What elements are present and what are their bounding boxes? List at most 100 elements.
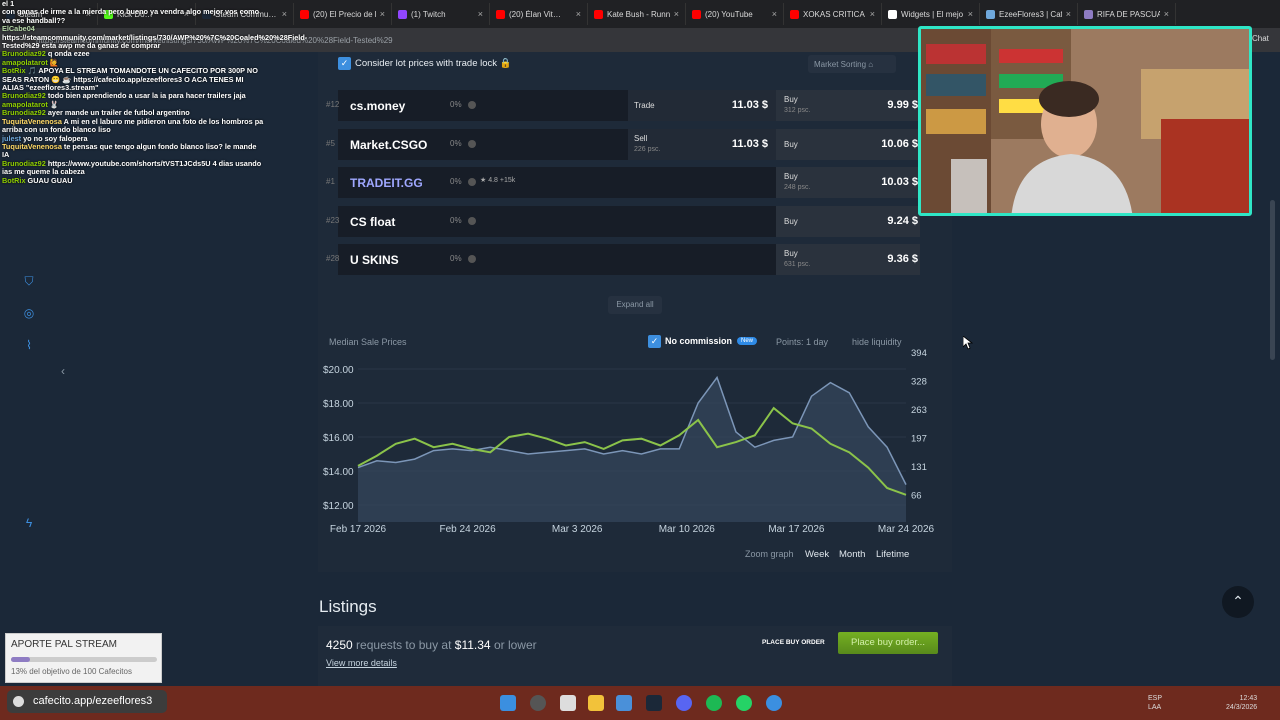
request-text: requests to buy at	[356, 638, 452, 652]
app-icon[interactable]	[766, 695, 782, 711]
tab-favicon-icon	[594, 9, 603, 19]
donation-goal-widget: APORTE PAL STREAM 13% del objetivo de 10…	[5, 633, 162, 683]
webcam-overlay	[918, 26, 1252, 216]
listings-section: Listings 4250 requests to buy at $11.34 …	[318, 572, 952, 686]
chat-text: GUAU GUAU	[27, 175, 73, 185]
tab-title: Kate Bush - Runn	[607, 9, 670, 19]
view-more-details-link[interactable]: View more details	[326, 658, 397, 668]
browser-tab[interactable]: (20) El Precio de l ×	[294, 3, 392, 25]
tab-favicon-icon	[496, 9, 505, 19]
donation-goal-title: APORTE PAL STREAM	[11, 639, 117, 650]
request-count: 4250	[326, 638, 353, 652]
chat-username: BotRix	[2, 175, 26, 185]
tab-favicon-icon	[986, 9, 995, 19]
zoom-graph-label: Zoom graph	[745, 549, 794, 559]
place-buy-order-label[interactable]: PLACE BUY ORDER	[762, 639, 825, 646]
tab-favicon-icon	[1084, 9, 1093, 19]
donation-goal-subtitle: 13% del objetivo de 100 Cafecitos	[11, 667, 132, 676]
close-tab-icon[interactable]: ×	[380, 9, 385, 19]
median-price-chart: $20.00 $18.00 $16.00 $14.00 $12.00 394 328 263 1…	[323, 348, 935, 535]
close-tab-icon[interactable]: ×	[1066, 9, 1071, 19]
zoom-week-button[interactable]: Week	[805, 549, 829, 560]
webcam-image	[921, 29, 1249, 213]
user-icon[interactable]: ◎	[22, 306, 36, 320]
x-tick-label: Mar 24 2026	[878, 524, 935, 535]
file-explorer-icon[interactable]	[588, 695, 604, 711]
chat-button[interactable]: Chat	[1252, 34, 1269, 43]
y2-tick-label: 328	[911, 377, 927, 388]
browser-tab[interactable]: EzeeFlores3 | Caf ×	[980, 3, 1078, 25]
chat-message: Brunodiaz92 https://www.youtube.com/shor…	[0, 159, 265, 177]
close-tab-icon[interactable]: ×	[772, 9, 777, 19]
chat-text: 🎵 APOYA EL STREAM TOMANDOTE UN CAFECITO …	[2, 66, 258, 93]
close-tab-icon[interactable]: ×	[478, 9, 483, 19]
cafecito-banner: cafecito.app/ezeeflores3	[7, 690, 167, 713]
y-tick-label: $18.00	[323, 399, 354, 410]
browser-tab[interactable]: Widgets | El mejo ×	[882, 3, 980, 25]
browser-icon[interactable]	[616, 695, 632, 711]
buy-requests-summary: 4250 requests to buy at $11.34 or lower	[326, 638, 537, 652]
chat-text: con ganas de irme a la mierda pero bueno…	[2, 7, 260, 25]
chat-message: BotRix 🎵 APOYA EL STREAM TOMANDOTE UN CA…	[0, 67, 265, 92]
chat-username: TuquitaVenenosa	[2, 141, 62, 151]
browser-tab[interactable]: (1) Twitch ×	[392, 3, 490, 25]
chat-text: todo bien aprendiendo a usar la ia para …	[47, 91, 246, 101]
collapse-chevron-icon[interactable]: ‹	[56, 364, 70, 378]
place-buy-order-button[interactable]: Place buy order...	[838, 632, 938, 654]
browser-tab[interactable]: RIFA DE PASCUA ×	[1078, 3, 1176, 25]
page-scrollbar[interactable]	[1270, 200, 1275, 360]
tab-favicon-icon	[790, 9, 799, 19]
y2-tick-label: 131	[911, 462, 927, 473]
whatsapp-icon[interactable]	[736, 695, 752, 711]
tab-title: RIFA DE PASCUA	[1097, 9, 1160, 19]
lightning-icon[interactable]: ϟ	[22, 516, 36, 530]
shield-icon[interactable]: ⛉	[22, 274, 36, 288]
y-tick-label: $14.00	[323, 467, 354, 478]
x-tick-label: Feb 17 2026	[330, 524, 387, 535]
spotify-icon[interactable]	[706, 695, 722, 711]
browser-tab[interactable]: (20) YouTube ×	[686, 3, 784, 25]
browser-tab[interactable]: (20) Élan Vit… ×	[490, 3, 588, 25]
start-icon[interactable]	[500, 695, 516, 711]
request-price: $11.34	[454, 638, 491, 652]
zoom-lifetime-button[interactable]: Lifetime	[876, 549, 909, 560]
browser-tab[interactable]: XOKAS CRITICA a ×	[784, 3, 882, 25]
close-tab-icon[interactable]: ×	[282, 9, 287, 19]
close-tab-icon[interactable]: ×	[1164, 9, 1169, 19]
tab-title: Widgets | El mejo	[901, 9, 964, 19]
close-tab-icon[interactable]: ×	[674, 9, 679, 19]
scroll-to-top-button[interactable]: ⌃	[1222, 586, 1254, 618]
tab-title: (1) Twitch	[411, 9, 446, 19]
chat-message: TuquitaVenenosa te pensas que tengo algu…	[0, 141, 265, 160]
x-tick-label: Mar 3 2026	[552, 524, 603, 535]
language-indicator[interactable]: ESP LAA	[1148, 694, 1162, 712]
steam-icon[interactable]	[646, 695, 662, 711]
windows-taskbar: cafecito.app/ezeeflores3 ESP LAA 12:43 24/…	[0, 686, 1280, 720]
close-tab-icon[interactable]: ×	[870, 9, 875, 19]
tab-favicon-icon	[300, 9, 309, 19]
tab-favicon-icon	[888, 9, 897, 19]
x-tick-label: Mar 17 2026	[768, 524, 825, 535]
request-tail: or lower	[493, 638, 537, 652]
tab-title: (20) YouTube	[705, 9, 753, 19]
discord-icon[interactable]	[676, 695, 692, 711]
search-icon[interactable]	[530, 695, 546, 711]
close-tab-icon[interactable]: ×	[576, 9, 581, 19]
donation-progress-bar	[11, 657, 157, 662]
zoom-month-button[interactable]: Month	[839, 549, 865, 560]
y2-tick-label: 394	[911, 348, 927, 359]
browser-tab[interactable]: Kate Bush - Runn ×	[588, 3, 686, 25]
y2-tick-label: 197	[911, 434, 927, 445]
chat-message: TuquitaVenenosa A mi en el laburo me pid…	[0, 117, 265, 135]
chart-icon[interactable]: ⌇	[22, 338, 36, 352]
cafecito-url: cafecito.app/ezeeflores3	[33, 695, 153, 707]
close-tab-icon[interactable]: ×	[968, 9, 973, 19]
cafecito-icon	[13, 696, 24, 707]
clock[interactable]: 12:43 24/3/2026	[1226, 694, 1257, 712]
y2-tick-label: 66	[911, 491, 922, 502]
tab-favicon-icon	[692, 9, 701, 19]
y-tick-label: $16.00	[323, 433, 354, 444]
task-view-icon[interactable]	[560, 695, 576, 711]
chat-message: BotRix GUAU GUAU	[0, 175, 265, 185]
tab-title: EzeeFlores3 | Caf	[999, 9, 1062, 19]
